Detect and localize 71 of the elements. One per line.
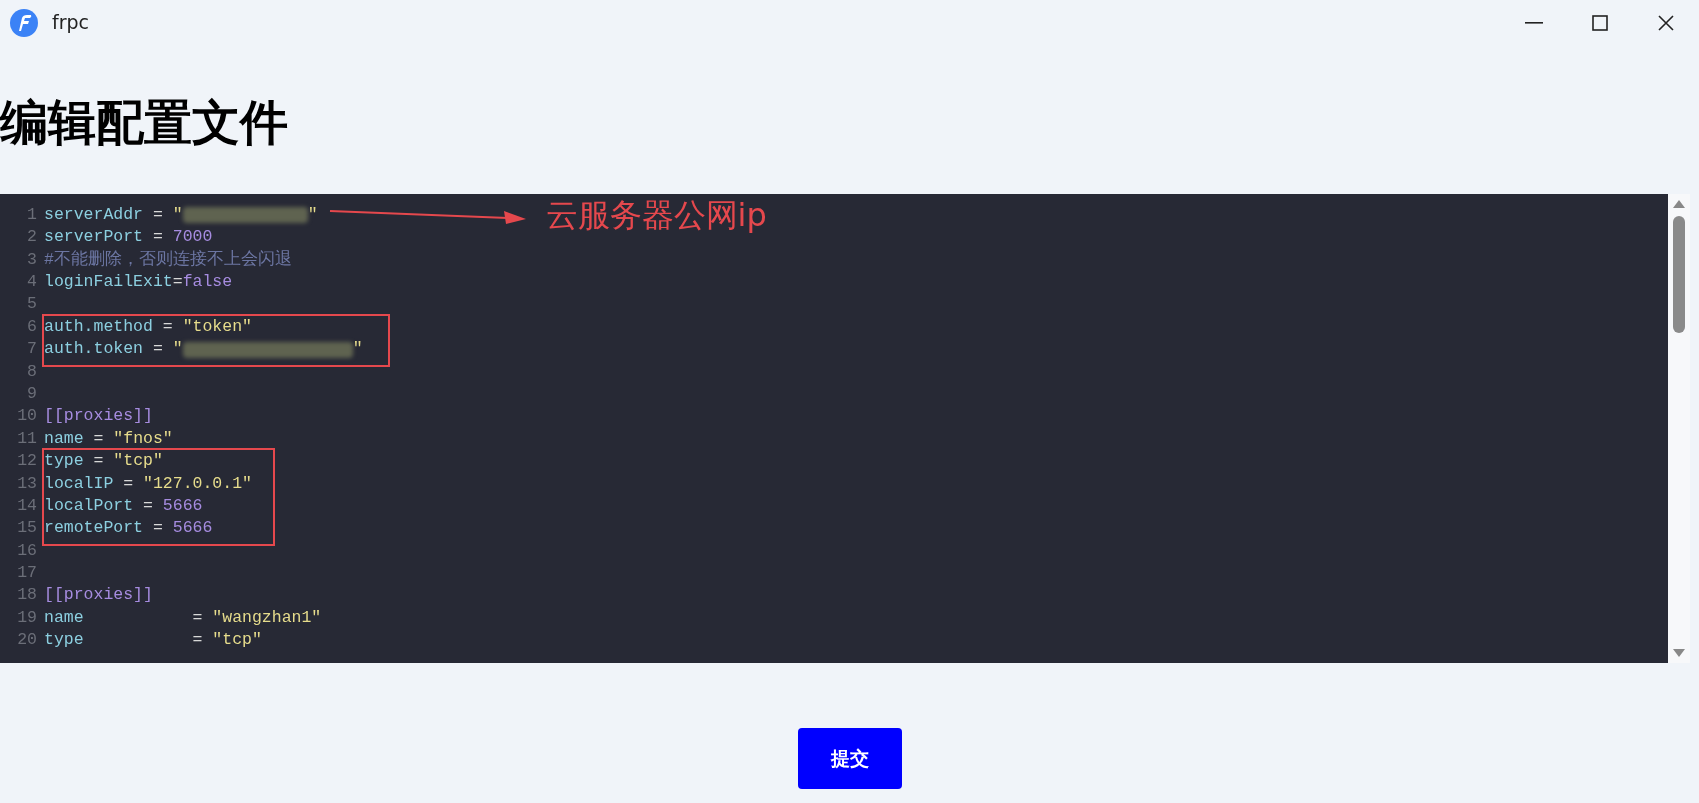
section-header: [[proxies]] (44, 405, 153, 428)
string-value: " (172, 203, 183, 226)
scrollbar-thumb[interactable] (1673, 216, 1685, 333)
page-heading: 编辑配置文件 (0, 98, 289, 150)
submit-button[interactable]: 提交 (797, 728, 902, 789)
number-value: 5666 (162, 494, 203, 517)
line-number: 4 (26, 271, 38, 293)
line-number: 20 (16, 629, 38, 652)
number-value: false (182, 271, 233, 293)
config-key: name (44, 605, 84, 631)
assign-operator: = (151, 338, 164, 361)
line-number: 15 (16, 517, 38, 540)
config-key: name (44, 426, 84, 452)
assign-operator: = (142, 494, 154, 517)
line-number: 1 (26, 203, 38, 226)
string-value: "127.0.0.1" (143, 472, 252, 495)
assign-operator: = (122, 472, 135, 495)
assign-operator: = (151, 203, 164, 226)
line-number: 11 (16, 427, 38, 450)
line-number: 16 (16, 539, 38, 562)
minimize-icon (1525, 21, 1543, 24)
string-value: "tcp" (113, 450, 163, 473)
string-value: "wangzhan1" (212, 606, 322, 629)
string-value: "tcp" (212, 629, 262, 652)
line-number: 8 (26, 360, 38, 383)
line-number: 13 (16, 472, 38, 495)
config-key: type (44, 449, 84, 474)
app-logo-icon (10, 8, 38, 37)
code-comment: #不能删除，否则连接不上会闪退 (44, 248, 292, 271)
config-key: serverAddr (44, 202, 144, 228)
assign-operator: = (92, 450, 105, 473)
assign-operator: = (92, 427, 105, 450)
config-key: auth.token (44, 337, 144, 362)
config-key: remotePort (44, 516, 144, 542)
config-key: loginFailExit (44, 270, 173, 295)
number-value: 7000 (172, 226, 213, 249)
line-number: 3 (26, 248, 38, 271)
line-number: 7 (26, 338, 38, 361)
scroll-up-icon (1673, 200, 1685, 208)
line-number: 17 (16, 562, 38, 585)
line-number: 10 (16, 405, 38, 428)
string-value: " (352, 338, 363, 361)
string-value: "token" (182, 315, 252, 338)
scrollbar[interactable] (1668, 194, 1690, 663)
scroll-down-icon (1673, 649, 1685, 657)
section-header: [[proxies]] (44, 584, 153, 607)
line-number: 12 (16, 450, 38, 473)
annotation-label: 云服务器公网ip (545, 198, 767, 231)
line-number: 14 (16, 494, 38, 517)
line-number: 9 (26, 382, 38, 405)
string-value: "fnos" (113, 427, 173, 450)
maximize-icon (1592, 14, 1608, 31)
close-icon (1658, 14, 1674, 31)
string-value: " (307, 203, 318, 226)
line-number: 6 (26, 315, 38, 338)
assign-operator: = (191, 629, 204, 652)
assign-operator: = (172, 271, 183, 293)
config-key: auth.method (44, 314, 153, 340)
assign-operator: = (151, 517, 164, 540)
window-title: frpc (52, 10, 89, 36)
number-value: 5666 (172, 517, 213, 540)
assign-operator: = (151, 226, 164, 249)
config-key: type (44, 628, 84, 653)
line-number: 2 (26, 226, 38, 249)
assign-operator: = (161, 315, 174, 338)
config-key: serverPort (44, 225, 144, 250)
line-number: 18 (16, 584, 38, 607)
assign-operator: = (191, 606, 204, 629)
line-number: 5 (26, 293, 38, 316)
line-number: 19 (16, 606, 38, 629)
string-value: " (172, 338, 183, 361)
